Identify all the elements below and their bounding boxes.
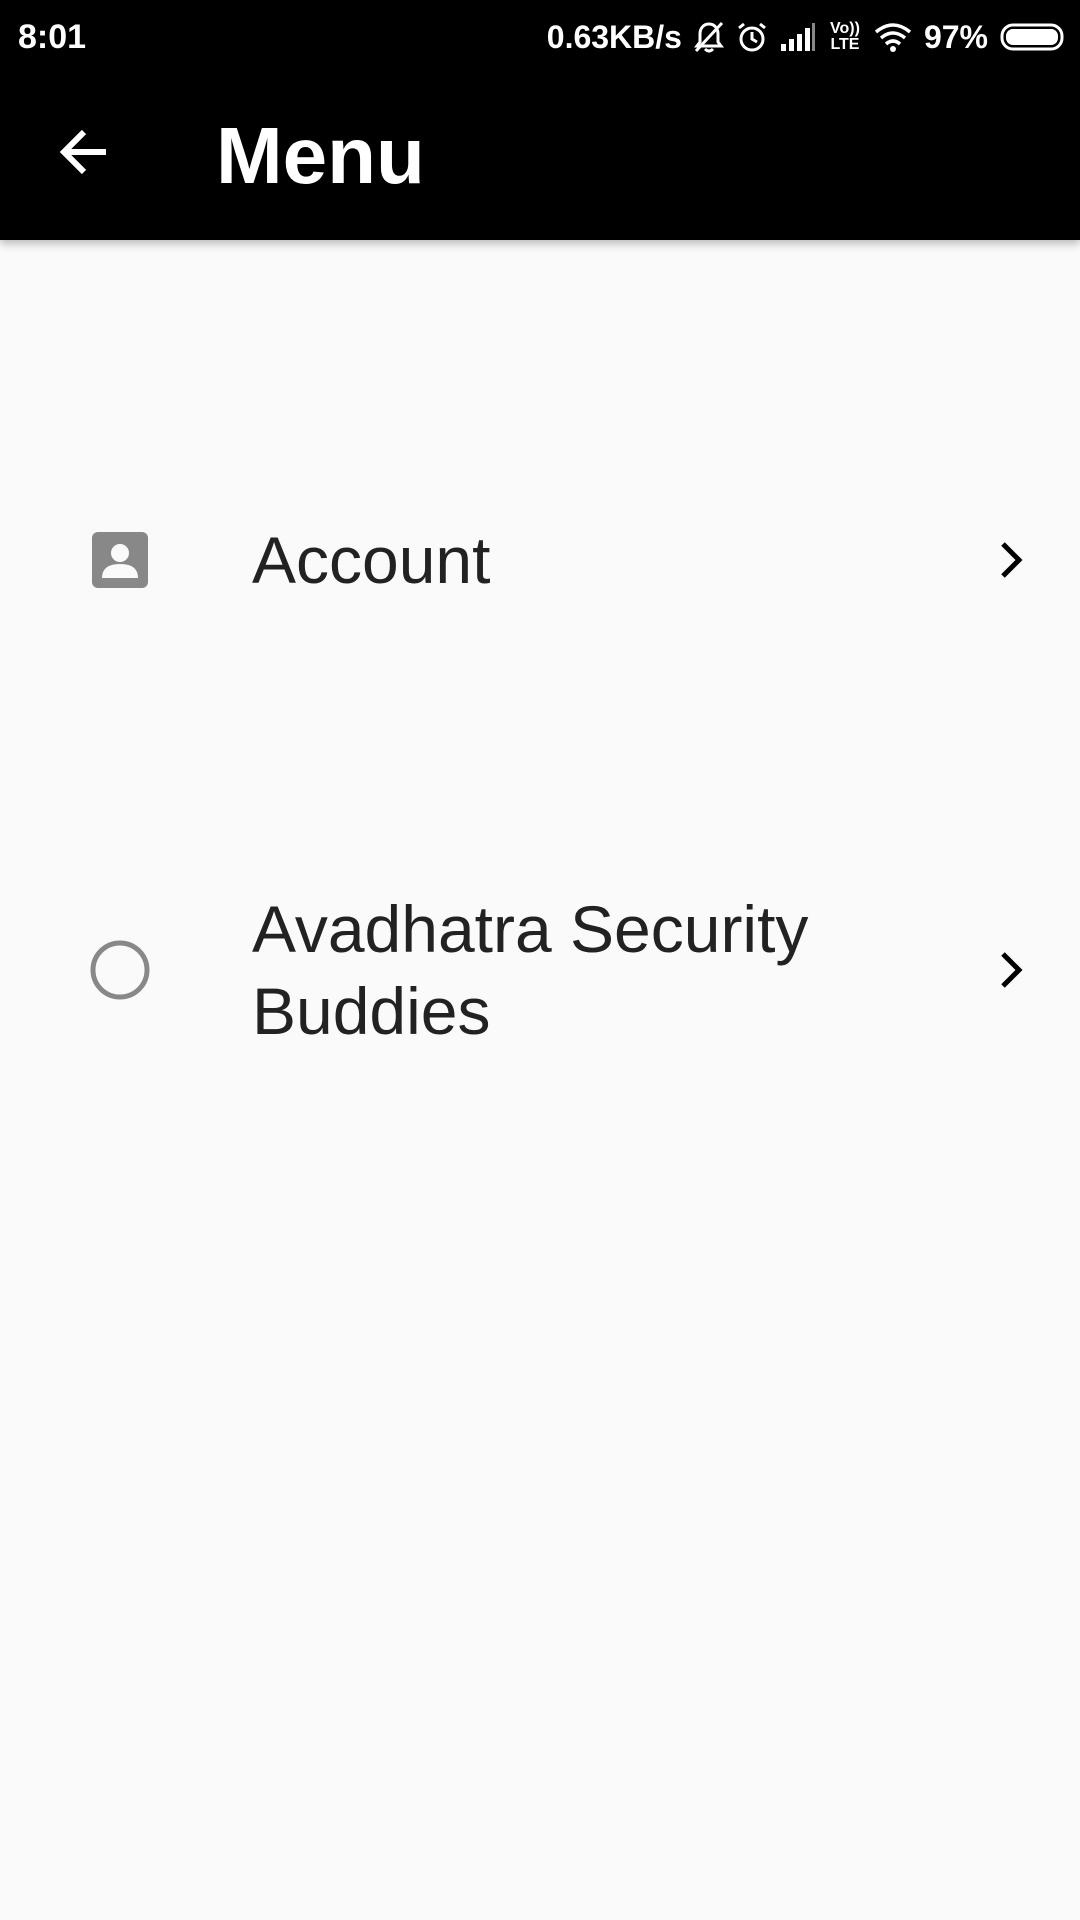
alarm-icon <box>736 21 768 53</box>
circle-outline-icon <box>88 938 152 1002</box>
back-button[interactable] <box>44 114 124 194</box>
menu-item-label: Avadhatra Security Buddies <box>252 892 809 1048</box>
menu-item-security-buddies[interactable]: Avadhatra Security Buddies <box>0 870 1080 1070</box>
status-bar: 8:01 0.63KB/s Vo)) LTE 97% <box>0 0 1080 74</box>
chevron-right-icon <box>986 536 1034 584</box>
mute-icon <box>693 21 724 53</box>
menu-item-label: Account <box>252 523 491 597</box>
volte-icon: Vo)) LTE <box>829 20 860 53</box>
wifi-icon <box>874 22 912 52</box>
menu-item-account[interactable]: Account <box>0 480 1080 640</box>
battery-text: 97% <box>923 18 988 55</box>
page-title: Menu <box>216 111 425 200</box>
account-box-icon <box>88 528 152 592</box>
signal-icon <box>780 22 816 52</box>
status-time: 8:01 <box>18 18 87 56</box>
net-speed: 0.63KB/s <box>546 18 682 55</box>
app-bar: Menu <box>0 74 1080 240</box>
chevron-right-icon <box>986 946 1034 994</box>
arrow-back-icon <box>56 124 112 185</box>
status-icons: 0.63KB/s Vo)) LTE 97% <box>547 14 1066 60</box>
battery-icon <box>1000 22 1066 52</box>
